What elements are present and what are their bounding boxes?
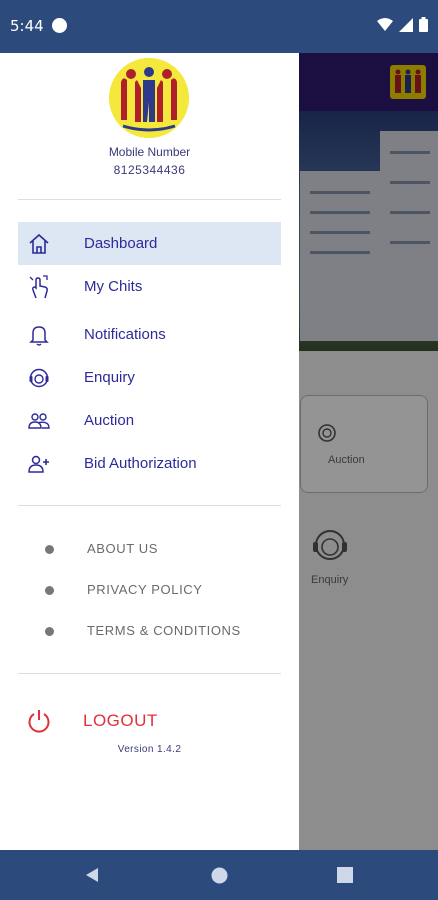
- link-label: PRIVACY POLICY: [87, 582, 203, 597]
- logout-button[interactable]: LOGOUT: [18, 702, 281, 742]
- status-icons: [377, 17, 428, 32]
- wifi-icon: [377, 17, 393, 31]
- battery-icon: [419, 17, 428, 32]
- bullet-icon: [45, 545, 54, 554]
- status-bar: 5:44: [0, 0, 438, 53]
- menu-item-auction[interactable]: Auction: [18, 399, 281, 442]
- hand-tap-icon: [27, 274, 51, 299]
- navigation-drawer: Mobile Number 8125344436 Dashboard My Ch…: [0, 53, 299, 850]
- recents-icon[interactable]: [337, 867, 353, 883]
- headset-icon: [27, 366, 51, 390]
- link-terms-conditions[interactable]: TERMS & CONDITIONS: [18, 616, 281, 646]
- power-icon: [28, 710, 50, 733]
- people-icon: [27, 409, 51, 433]
- menu-item-notifications[interactable]: Notifications: [18, 313, 281, 356]
- app-notification-icon: [52, 18, 67, 33]
- bullet-icon: [45, 627, 54, 636]
- status-time: 5:44: [10, 17, 44, 35]
- home-icon: [27, 232, 51, 256]
- bullet-icon: [45, 586, 54, 595]
- menu-label: My Chits: [84, 278, 143, 295]
- link-label: TERMS & CONDITIONS: [87, 623, 241, 638]
- company-logo: [109, 58, 189, 138]
- menu-label: Enquiry: [84, 369, 135, 386]
- link-privacy-policy[interactable]: PRIVACY POLICY: [18, 575, 281, 605]
- back-icon[interactable]: [84, 867, 100, 883]
- home-circle-icon[interactable]: [211, 867, 228, 884]
- menu-item-my-chits[interactable]: My Chits: [18, 265, 281, 308]
- menu-item-bid-authorization[interactable]: Bid Authorization: [18, 442, 281, 485]
- divider: [18, 199, 281, 200]
- menu-item-dashboard[interactable]: Dashboard: [18, 222, 281, 265]
- bell-icon: [27, 323, 51, 347]
- menu-label: Dashboard: [84, 235, 158, 252]
- menu-label: Auction: [84, 412, 135, 429]
- link-about-us[interactable]: ABOUT US: [18, 534, 281, 564]
- system-nav-bar: [0, 850, 438, 900]
- logout-label: LOGOUT: [83, 711, 158, 730]
- menu-item-enquiry[interactable]: Enquiry: [18, 356, 281, 399]
- divider: [18, 505, 281, 506]
- mobile-number-value: 8125344436: [113, 163, 186, 177]
- menu-label: Bid Authorization: [84, 455, 197, 472]
- add-person-icon: [27, 452, 51, 476]
- menu-label: Notifications: [84, 326, 166, 343]
- signal-icon: [399, 17, 413, 32]
- divider: [18, 673, 281, 674]
- app-version: Version 1.4.2: [117, 744, 182, 755]
- mobile-number-label: Mobile Number: [108, 145, 191, 159]
- link-label: ABOUT US: [87, 541, 159, 556]
